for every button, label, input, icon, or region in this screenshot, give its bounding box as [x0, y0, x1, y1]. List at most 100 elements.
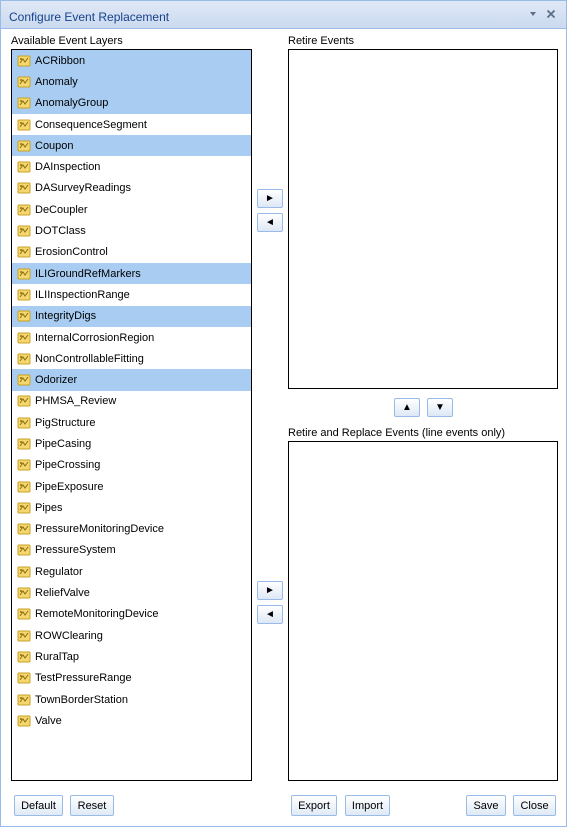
layer-list-item[interactable]: Pipes [12, 497, 251, 518]
layer-icon [17, 607, 31, 621]
layer-list-item[interactable]: PipeExposure [12, 476, 251, 497]
layer-list-item[interactable]: AnomalyGroup [12, 92, 251, 114]
move-up-button[interactable]: ▲ [394, 398, 420, 417]
layer-list-item[interactable]: PressureSystem [12, 540, 251, 561]
layer-name: Anomaly [35, 75, 78, 88]
layer-icon [17, 203, 31, 217]
layer-list-item[interactable]: PipeCasing [12, 433, 251, 454]
layer-list-item[interactable]: ACRibbon [12, 50, 251, 72]
layer-name: Coupon [35, 139, 74, 152]
layer-icon [17, 224, 31, 238]
layer-icon [17, 522, 31, 536]
layer-list-item[interactable]: ROWClearing [12, 625, 251, 646]
layer-list-item[interactable]: Regulator [12, 561, 251, 582]
layer-icon [17, 288, 31, 302]
title-tools [526, 7, 558, 21]
layer-name: Odorizer [35, 374, 78, 387]
available-layers-label: Available Event Layers [11, 35, 123, 47]
layer-list-item[interactable]: TownBorderStation [12, 689, 251, 710]
layer-name: DOTClass [35, 225, 86, 238]
layer-list-item[interactable]: DASurveyReadings [12, 178, 251, 199]
layer-icon [17, 394, 31, 408]
layer-icon [17, 586, 31, 600]
layer-list-item[interactable]: DeCoupler [12, 199, 251, 220]
layer-list-item[interactable]: ReliefValve [12, 582, 251, 603]
layer-icon [17, 373, 31, 387]
layer-icon [17, 96, 31, 110]
close-icon[interactable] [544, 7, 558, 21]
layer-name: ReliefValve [35, 587, 90, 600]
layer-icon [17, 693, 31, 707]
replace-events-list[interactable] [288, 441, 558, 781]
layer-list-item[interactable]: RemoteMonitoringDevice [12, 604, 251, 625]
layer-list-item[interactable]: IntegrityDigs [12, 305, 251, 327]
layer-icon [17, 54, 31, 68]
layer-name: PressureSystem [35, 544, 116, 557]
layer-name: IntegrityDigs [35, 310, 97, 323]
layer-name: NonControllableFitting [35, 352, 144, 365]
layer-icon [17, 245, 31, 259]
layer-icon [17, 437, 31, 451]
layer-list-item[interactable]: PipeCrossing [12, 455, 251, 476]
layer-icon [17, 267, 31, 281]
chevron-down-icon[interactable] [526, 7, 540, 21]
window-titlebar[interactable]: Configure Event Replacement [1, 1, 566, 29]
layer-icon [17, 118, 31, 132]
remove-from-replace-button[interactable]: ◄ [257, 605, 283, 624]
close-button[interactable]: Close [513, 795, 556, 816]
layer-icon [17, 629, 31, 643]
layer-icon [17, 309, 31, 323]
remove-from-retire-button[interactable]: ◄ [257, 213, 283, 232]
layer-list-item[interactable]: DOTClass [12, 220, 251, 241]
layer-icon [17, 458, 31, 472]
layer-name: InternalCorrosionRegion [35, 331, 155, 344]
layer-icon [17, 160, 31, 174]
layer-list-item[interactable]: InternalCorrosionRegion [12, 327, 251, 348]
layer-name: ACRibbon [35, 54, 86, 67]
layer-name: RuralTap [35, 650, 80, 663]
default-button[interactable]: Default [14, 795, 63, 816]
layer-list-item[interactable]: ConsequenceSegment [12, 114, 251, 135]
layer-name: PressureMonitoringDevice [35, 523, 164, 536]
layer-list-item[interactable]: ILIGroundRefMarkers [12, 262, 251, 285]
available-layers-list[interactable]: ACRibbon Anomaly AnomalyGroup ConsequenceSe… [11, 49, 252, 781]
layer-list-item[interactable]: ErosionControl [12, 242, 251, 263]
layer-list-item[interactable]: TestPressureRange [12, 668, 251, 689]
layer-icon [17, 352, 31, 366]
layer-icon [17, 139, 31, 153]
layer-list-item[interactable]: ILIInspectionRange [12, 284, 251, 305]
layer-name: Regulator [35, 565, 83, 578]
layer-name: AnomalyGroup [35, 97, 109, 110]
layer-icon [17, 565, 31, 579]
layer-name: TestPressureRange [35, 672, 132, 685]
layer-name: ILIGroundRefMarkers [35, 267, 141, 280]
layer-name: RemoteMonitoringDevice [35, 608, 159, 621]
retire-events-list[interactable] [288, 49, 558, 389]
layer-list-item[interactable]: Coupon [12, 135, 251, 157]
layer-list-item[interactable]: Valve [12, 710, 251, 731]
layer-icon [17, 543, 31, 557]
layer-list-item[interactable]: RuralTap [12, 646, 251, 667]
layer-list-item[interactable]: NonControllableFitting [12, 348, 251, 369]
layer-list-item[interactable]: Odorizer [12, 369, 251, 391]
layer-name: PigStructure [35, 416, 96, 429]
layer-list-item[interactable]: Anomaly [12, 71, 251, 93]
layer-icon [17, 75, 31, 89]
add-to-replace-button[interactable]: ► [257, 581, 283, 600]
window-title: Configure Event Replacement [9, 10, 170, 24]
layer-list-item[interactable]: PigStructure [12, 412, 251, 433]
layer-name: Pipes [35, 501, 63, 514]
layer-name: Valve [35, 714, 62, 727]
move-down-button[interactable]: ▼ [427, 398, 453, 417]
export-button[interactable]: Export [291, 795, 337, 816]
reset-button[interactable]: Reset [70, 795, 114, 816]
import-button[interactable]: Import [345, 795, 390, 816]
layer-list-item[interactable]: DAInspection [12, 156, 251, 177]
layer-name: DeCoupler [35, 203, 88, 216]
layer-list-item[interactable]: PHMSA_Review [12, 391, 251, 412]
layer-name: PipeExposure [35, 480, 104, 493]
layer-list-item[interactable]: PressureMonitoringDevice [12, 519, 251, 540]
add-to-retire-button[interactable]: ► [257, 189, 283, 208]
save-button[interactable]: Save [466, 795, 506, 816]
layer-name: PipeCasing [35, 437, 92, 450]
